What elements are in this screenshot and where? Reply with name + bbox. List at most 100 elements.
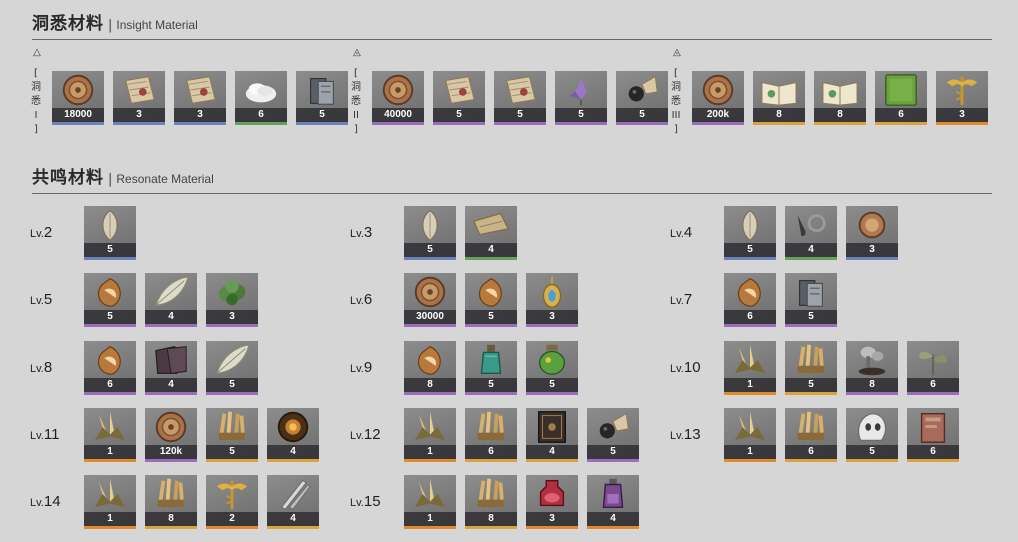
rarity-bar bbox=[206, 324, 258, 327]
level-number: 2 bbox=[43, 224, 53, 241]
item-count: 6 bbox=[235, 108, 287, 122]
rank-triangle-icon: ◬ bbox=[353, 47, 361, 58]
material-slot[interactable]: 5 bbox=[526, 341, 578, 395]
material-slot[interactable]: 5 bbox=[206, 408, 258, 462]
item-count: 200k bbox=[692, 108, 744, 122]
sticks-icon bbox=[465, 475, 517, 513]
material-slot[interactable]: 3 bbox=[526, 273, 578, 327]
material-slot[interactable]: 5 bbox=[724, 206, 776, 260]
material-slot[interactable]: 3 bbox=[936, 71, 988, 125]
material-slot[interactable]: 5 bbox=[846, 408, 898, 462]
rarity-bar bbox=[52, 122, 104, 125]
rarity-bar bbox=[526, 324, 578, 327]
material-slot[interactable]: 6 bbox=[724, 273, 776, 327]
item-count: 5 bbox=[465, 310, 517, 324]
material-slot[interactable]: 3 bbox=[846, 206, 898, 260]
rank-char: ] bbox=[674, 124, 678, 135]
shell-icon bbox=[724, 206, 776, 244]
item-count: 6 bbox=[724, 310, 776, 324]
material-slot[interactable]: 6 bbox=[235, 71, 287, 125]
material-slot[interactable]: 4 bbox=[465, 206, 517, 260]
material-slot[interactable]: 5 bbox=[587, 408, 639, 462]
material-slot[interactable]: 4 bbox=[267, 475, 319, 529]
material-slot[interactable]: 8 bbox=[404, 341, 456, 395]
level-prefix: Lv. bbox=[350, 363, 364, 375]
material-slot[interactable]: 3 bbox=[526, 475, 578, 529]
material-slot[interactable]: 1 bbox=[724, 341, 776, 395]
material-slot[interactable]: 4 bbox=[587, 475, 639, 529]
material-slot[interactable]: 4 bbox=[267, 408, 319, 462]
material-slot[interactable]: 6 bbox=[875, 71, 927, 125]
material-slot[interactable]: 200k bbox=[692, 71, 744, 125]
material-slot[interactable]: 5 bbox=[404, 206, 456, 260]
shell-icon bbox=[404, 206, 456, 244]
material-slot[interactable]: 4 bbox=[526, 408, 578, 462]
material-slot[interactable]: 8 bbox=[814, 71, 866, 125]
item-count: 5 bbox=[587, 445, 639, 459]
material-slot[interactable]: 6 bbox=[465, 408, 517, 462]
material-slot[interactable]: 5 bbox=[433, 71, 485, 125]
material-slot[interactable]: 5 bbox=[785, 341, 837, 395]
material-slot[interactable]: 8 bbox=[465, 475, 517, 529]
rarity-bar bbox=[174, 122, 226, 125]
material-slot[interactable]: 6 bbox=[907, 341, 959, 395]
map-icon bbox=[113, 71, 165, 109]
rarity-bar bbox=[465, 392, 517, 395]
material-slot[interactable]: 4 bbox=[145, 273, 197, 327]
item-count: 6 bbox=[875, 108, 927, 122]
item-count: 3 bbox=[846, 243, 898, 257]
material-slot[interactable]: 6 bbox=[907, 408, 959, 462]
material-slot[interactable]: 5 bbox=[206, 341, 258, 395]
scroll-icon bbox=[907, 408, 959, 446]
material-slot[interactable]: 5 bbox=[616, 71, 668, 125]
item-count: 40000 bbox=[372, 108, 424, 122]
level-label: Lv.12 bbox=[350, 426, 381, 444]
item-count: 8 bbox=[814, 108, 866, 122]
level-label: Lv.7 bbox=[670, 291, 692, 309]
level-number: 4 bbox=[683, 224, 693, 241]
material-slot[interactable]: 5 bbox=[465, 341, 517, 395]
rank-char: [ bbox=[674, 68, 678, 79]
material-slot[interactable]: 18000 bbox=[52, 71, 104, 125]
rarity-bar bbox=[692, 122, 744, 125]
material-slot[interactable]: 8 bbox=[753, 71, 805, 125]
material-slot[interactable]: 1 bbox=[404, 475, 456, 529]
material-slot[interactable]: 4 bbox=[785, 206, 837, 260]
material-slot[interactable]: 3 bbox=[113, 71, 165, 125]
material-slot[interactable]: 5 bbox=[296, 71, 348, 125]
material-slot[interactable]: 5 bbox=[494, 71, 546, 125]
material-slot[interactable]: 6 bbox=[84, 341, 136, 395]
material-slot[interactable]: 8 bbox=[145, 475, 197, 529]
nut-icon bbox=[84, 273, 136, 311]
material-slot[interactable]: 5 bbox=[465, 273, 517, 327]
map-icon bbox=[174, 71, 226, 109]
item-count: 5 bbox=[84, 243, 136, 257]
material-slot[interactable]: 4 bbox=[145, 341, 197, 395]
item-count: 6 bbox=[785, 445, 837, 459]
item-count: 4 bbox=[526, 445, 578, 459]
level-number: 3 bbox=[363, 224, 373, 241]
tome-icon bbox=[526, 408, 578, 446]
item-count: 5 bbox=[206, 445, 258, 459]
material-slot[interactable]: 2 bbox=[206, 475, 258, 529]
material-slot[interactable]: 3 bbox=[174, 71, 226, 125]
material-slot[interactable]: 6 bbox=[785, 408, 837, 462]
material-slot[interactable]: 8 bbox=[846, 341, 898, 395]
material-slot[interactable]: 5 bbox=[555, 71, 607, 125]
material-slot[interactable]: 5 bbox=[785, 273, 837, 327]
material-slot[interactable]: 3 bbox=[206, 273, 258, 327]
material-slot[interactable]: 40000 bbox=[372, 71, 424, 125]
material-slot[interactable]: 1 bbox=[404, 408, 456, 462]
material-slot[interactable]: 1 bbox=[724, 408, 776, 462]
material-slot[interactable]: 30000 bbox=[404, 273, 456, 327]
material-slot[interactable]: 120k bbox=[145, 408, 197, 462]
rank-char: 洞 bbox=[671, 82, 681, 93]
insight-title: 洞悉材料 bbox=[32, 14, 104, 34]
material-slot[interactable]: 1 bbox=[84, 408, 136, 462]
level-prefix: Lv. bbox=[350, 430, 364, 442]
material-slot[interactable]: 5 bbox=[84, 273, 136, 327]
material-slot[interactable]: 5 bbox=[84, 206, 136, 260]
potion-icon bbox=[526, 475, 578, 513]
rank-char: II bbox=[353, 110, 359, 121]
material-slot[interactable]: 1 bbox=[84, 475, 136, 529]
